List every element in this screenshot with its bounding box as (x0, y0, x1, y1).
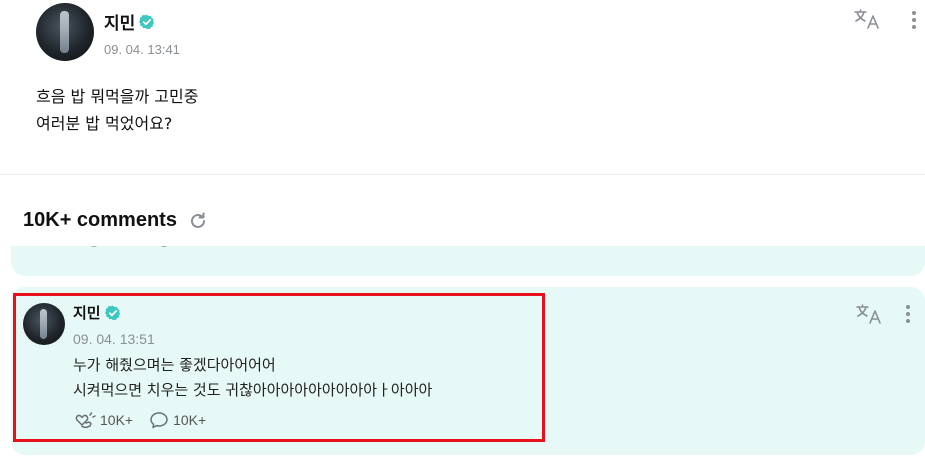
comment-body-line: 시켜먹으면 치우는 것도 귀찮아아아아아아아아아ㅏ아아아 (73, 381, 433, 399)
comment-timestamp: 09. 04. 13:51 (73, 331, 155, 347)
post-timestamp: 09. 04. 13:41 (104, 42, 180, 57)
like-count: 10K+ (100, 412, 134, 428)
post-more-icon[interactable] (909, 8, 919, 32)
comment-author-name[interactable]: 지민 (73, 302, 101, 323)
post-translate-icon[interactable] (853, 8, 883, 30)
comment-body-line: 누가 해줬으며는 좋겠다아어어어 (73, 356, 276, 374)
previous-comment-card (11, 246, 925, 276)
post-author-avatar[interactable] (36, 3, 94, 61)
post-body: 흐음 밥 뭐먹을까 고민중 여러분 밥 먹었어요? (36, 83, 198, 137)
comment-more-icon[interactable] (903, 302, 913, 326)
verified-badge-icon (139, 14, 155, 29)
comment-author-row: 지민 (73, 302, 155, 323)
refresh-icon[interactable] (187, 210, 209, 232)
verified-badge-icon (104, 305, 120, 320)
post-header: 지민 09. 04. 13:41 (36, 3, 180, 61)
previous-comment-actions-icon (90, 246, 168, 247)
comment-bubble-icon (150, 412, 168, 429)
comments-title: 10K+ comments (23, 209, 177, 231)
comment-author-avatar[interactable] (23, 303, 65, 345)
post-author-row: 지민 (104, 9, 180, 34)
comments-header: 10K+ comments (23, 209, 209, 232)
reply-count: 10K+ (173, 412, 207, 428)
comment-author-block: 지민 09. 04. 13:51 (73, 302, 155, 347)
comment-body: 누가 해줬으며는 좋겠다아어어어 시켜먹으면 치우는 것도 귀찮아아아아아아아아… (73, 353, 432, 403)
post-body-line: 흐음 밥 뭐먹을까 고민중 (36, 87, 199, 106)
translate-icon (856, 304, 881, 324)
heart-hands-icon (75, 412, 96, 429)
comment-translate-icon[interactable] (855, 303, 885, 325)
divider (0, 174, 925, 175)
post-author-name[interactable]: 지민 (104, 9, 135, 34)
translate-icon (854, 9, 879, 29)
comment-actions: 10K+ 10K+ (74, 411, 206, 429)
post-body-line: 여러분 밥 먹었어요? (36, 114, 173, 133)
post-author-block: 지민 09. 04. 13:41 (104, 9, 180, 57)
like-button[interactable]: 10K+ (74, 411, 133, 429)
comment-author-avatar-wrap (23, 303, 65, 345)
reply-button[interactable]: 10K+ (149, 411, 206, 429)
